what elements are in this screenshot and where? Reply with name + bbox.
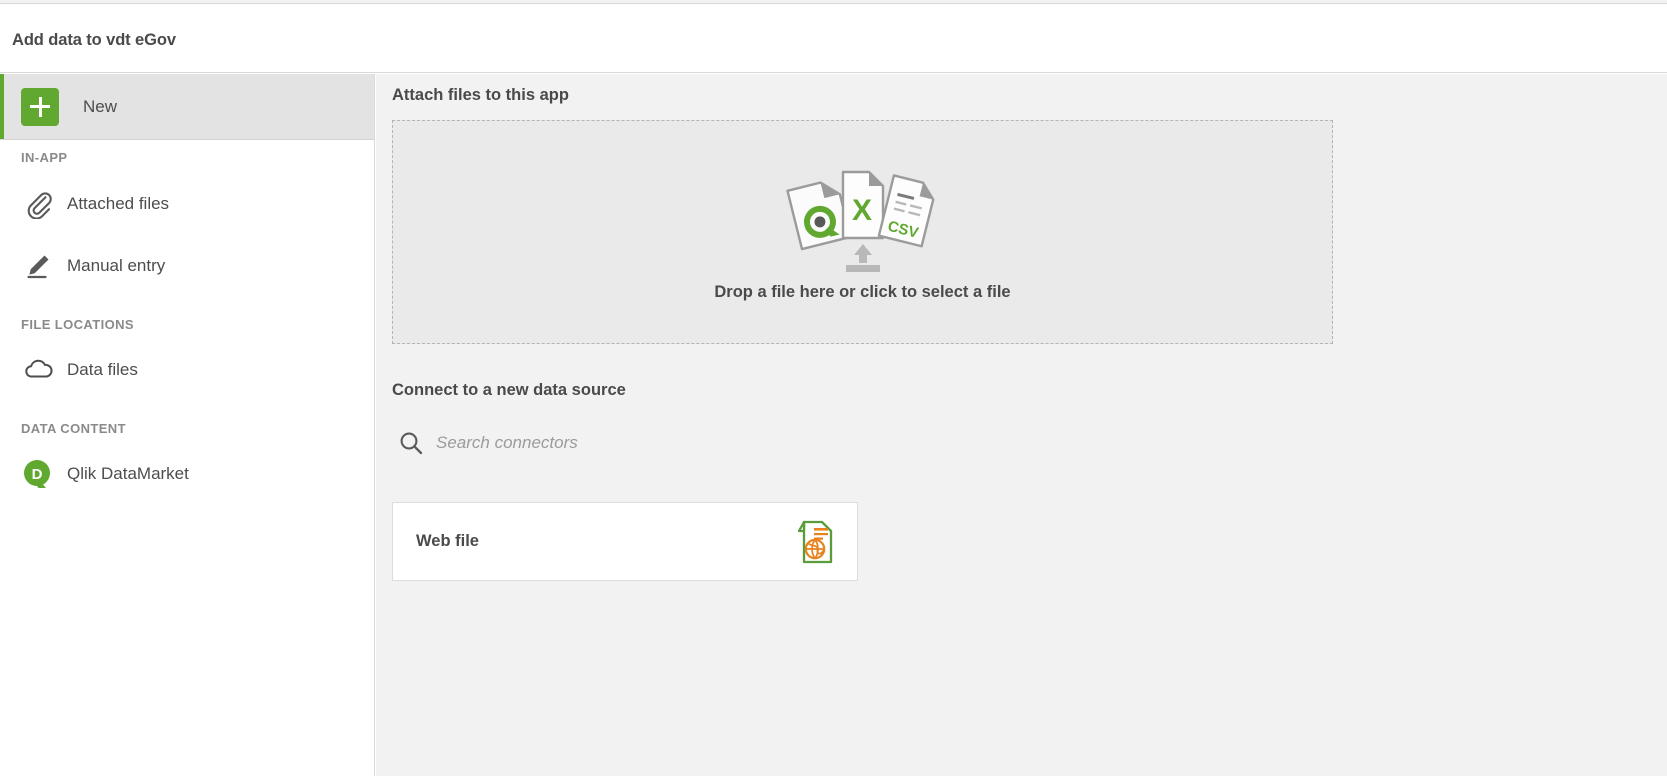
dropzone-illustration: X CSV [773, 162, 953, 277]
paperclip-icon [17, 189, 59, 219]
excel-file-icon: X [843, 172, 883, 238]
connect-data-source-heading: Connect to a new data source [392, 381, 626, 400]
dialog-header: Add data to vdt eGov [0, 5, 1667, 73]
main-panel: Attach files to this app [376, 74, 1667, 776]
sidebar-item-qlik-datamarket-label: Qlik DataMarket [67, 464, 189, 484]
sidebar-item-attached-files[interactable]: Attached files [0, 181, 375, 227]
connector-card-web-file[interactable]: Web file [392, 502, 858, 581]
qvd-file-icon [787, 179, 850, 249]
sidebar: New IN-APP Attached files Manual entry F… [0, 74, 375, 776]
qlik-datamarket-icon: D [17, 456, 59, 492]
upload-arrow-icon [846, 244, 880, 272]
page-title: Add data to vdt eGov [12, 31, 176, 50]
cloud-icon [17, 355, 59, 385]
attach-files-heading: Attach files to this app [392, 86, 569, 105]
search-icon [392, 430, 430, 456]
svg-text:D: D [32, 466, 43, 483]
sidebar-item-manual-entry[interactable]: Manual entry [0, 243, 375, 289]
sidebar-item-qlik-datamarket[interactable]: D Qlik DataMarket [0, 451, 375, 497]
dropzone-text: Drop a file here or click to select a fi… [714, 283, 1010, 302]
sidebar-item-new-label: New [83, 97, 117, 117]
search-input[interactable] [436, 433, 896, 453]
sidebar-item-data-files[interactable]: Data files [0, 347, 375, 393]
connector-search-row[interactable] [392, 422, 952, 464]
add-data-dialog: Add data to vdt eGov New IN-APP Attached… [0, 0, 1667, 776]
sidebar-item-manual-entry-label: Manual entry [67, 256, 165, 276]
connector-name: Web file [416, 532, 793, 551]
sidebar-section-file-locations-heading: FILE LOCATIONS [0, 317, 134, 332]
svg-text:X: X [851, 194, 871, 227]
plus-icon [21, 88, 59, 126]
file-dropzone[interactable]: X CSV [392, 120, 1333, 344]
csv-file-icon: CSV [878, 175, 936, 246]
pencil-icon [17, 251, 59, 281]
sidebar-section-in-app-heading: IN-APP [0, 150, 67, 165]
web-file-icon [793, 519, 835, 565]
sidebar-item-attached-files-label: Attached files [67, 194, 169, 214]
sidebar-section-data-content-heading: DATA CONTENT [0, 421, 126, 436]
window-top-border [0, 0, 1667, 4]
sidebar-item-new[interactable]: New [0, 74, 374, 140]
sidebar-item-data-files-label: Data files [67, 360, 138, 380]
